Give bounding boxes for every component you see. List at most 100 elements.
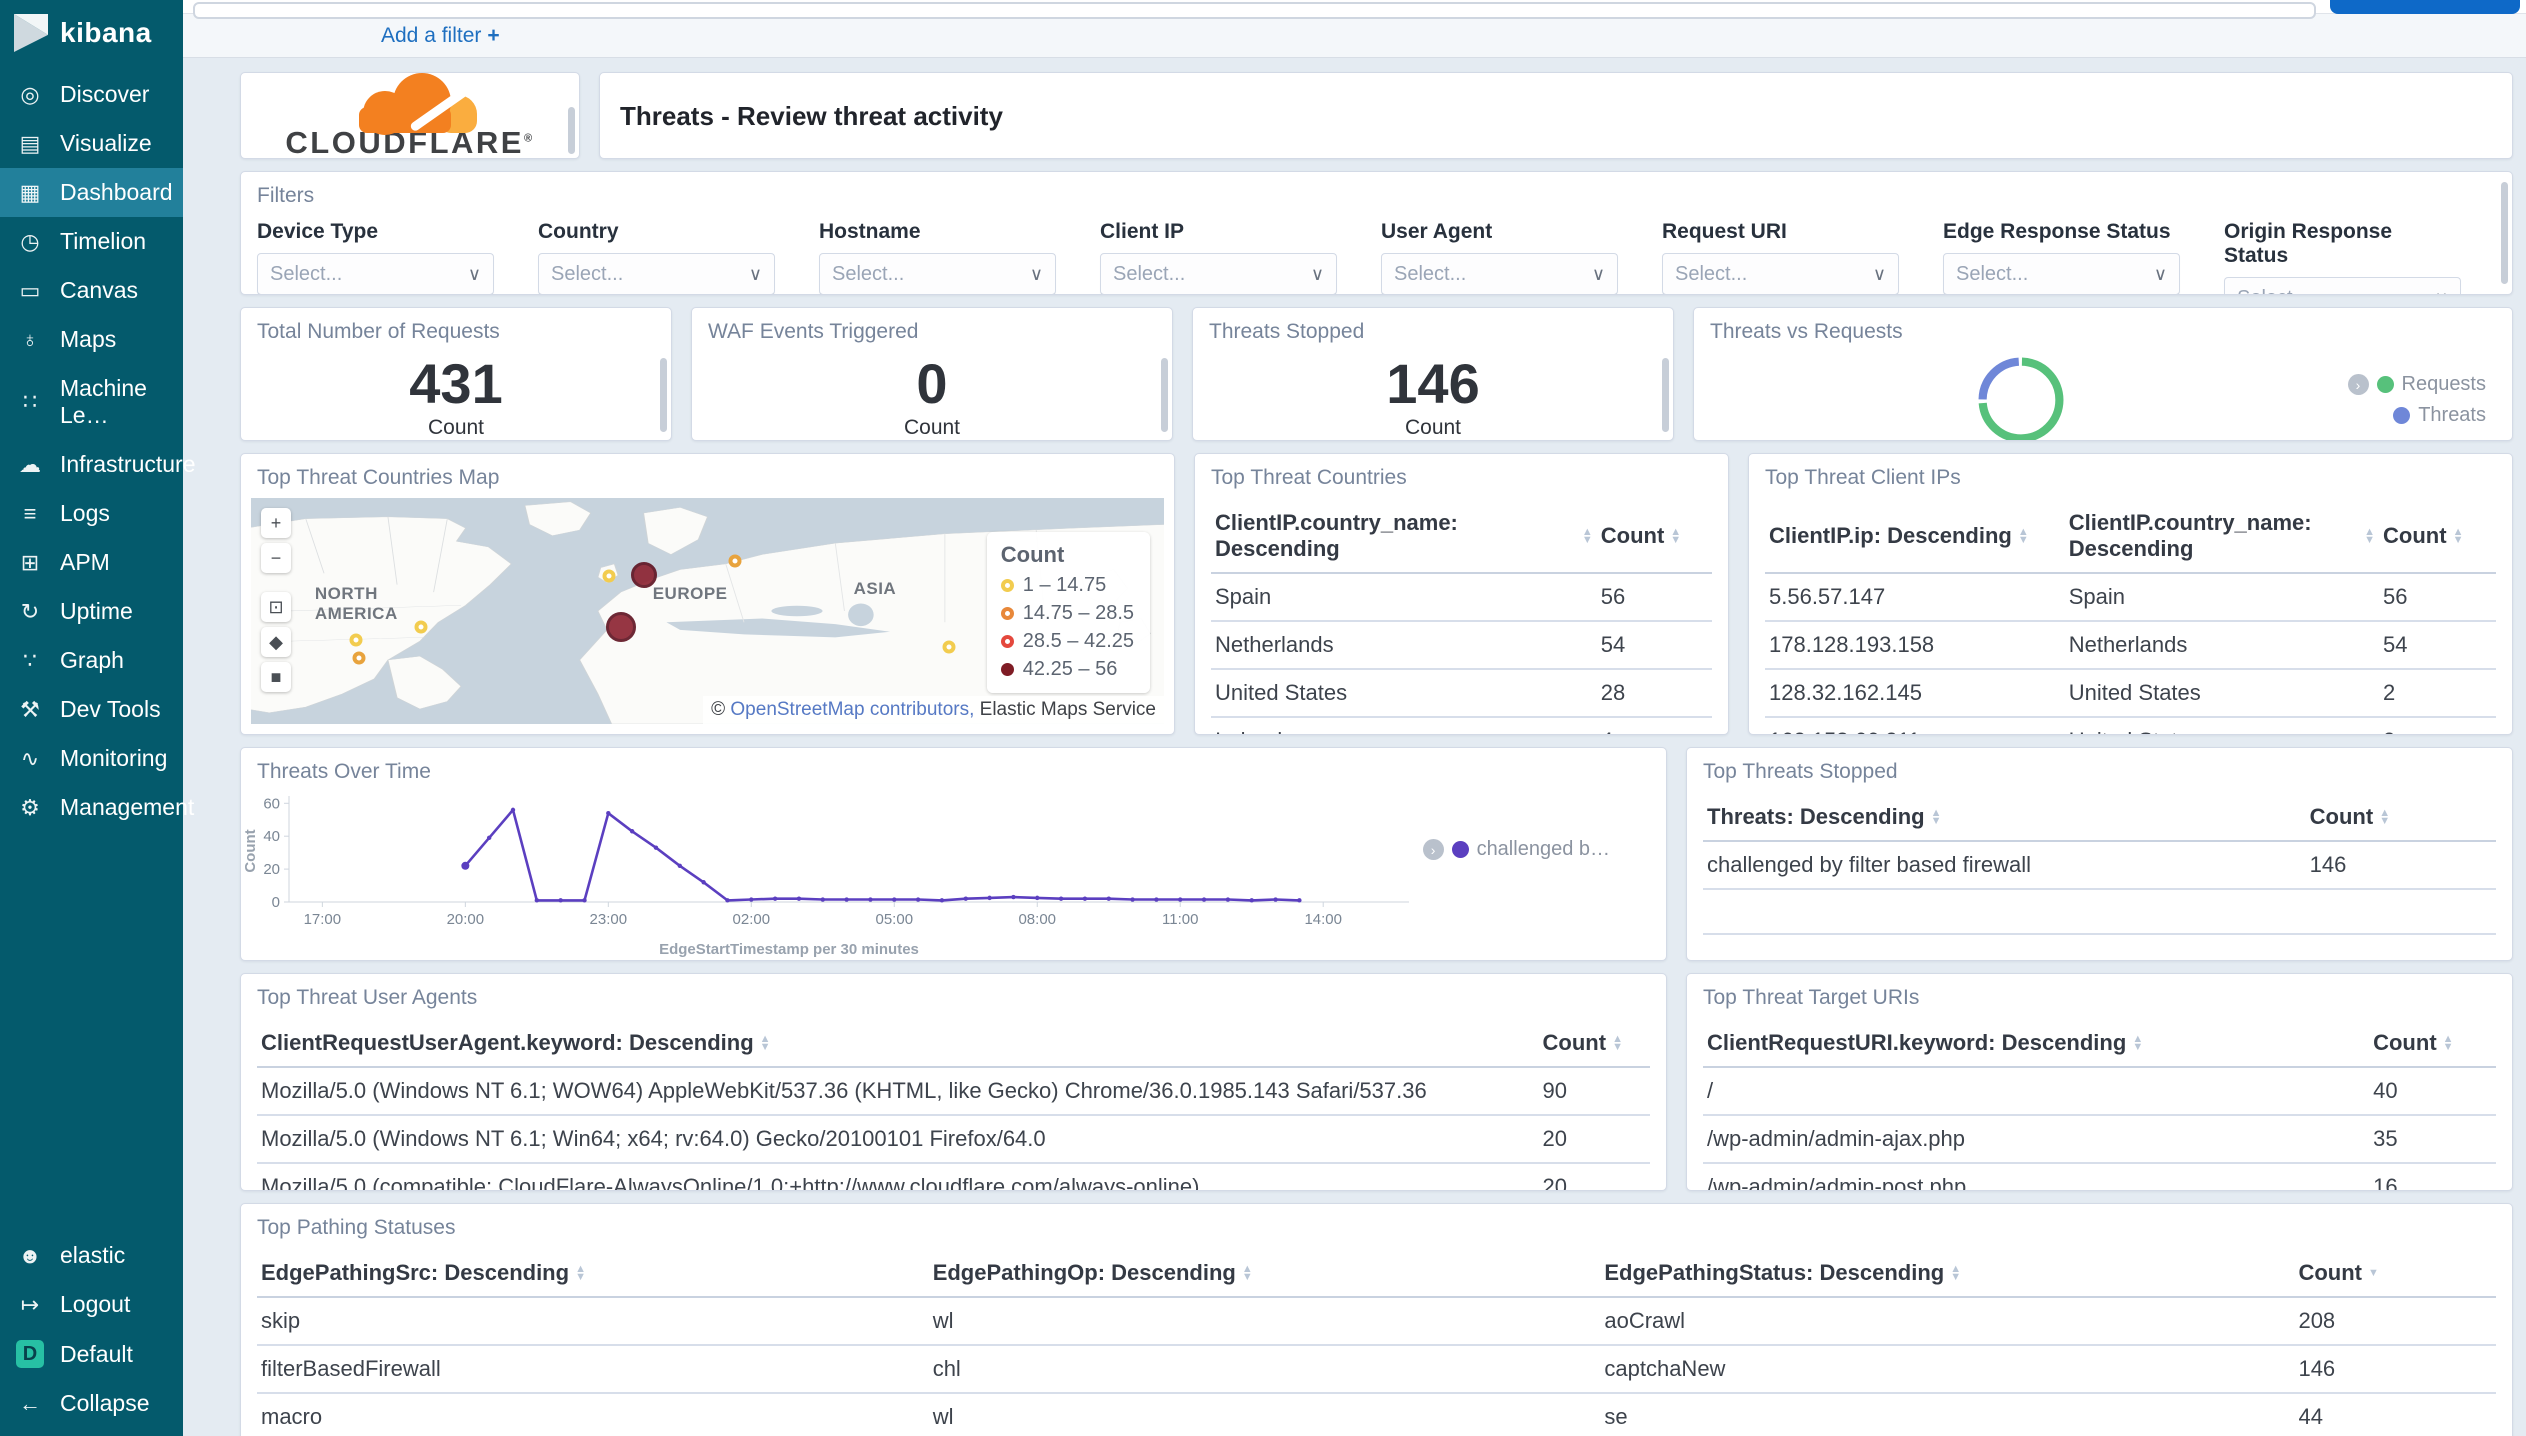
crop-tool-button[interactable]: ⊡ — [261, 592, 291, 622]
data-point[interactable] — [1082, 896, 1088, 901]
data-point[interactable] — [963, 896, 968, 901]
sidebar-item-infrastructure[interactable]: ☁ Infrastructure — [0, 440, 196, 489]
panel-scrollbar[interactable] — [660, 358, 667, 433]
data-point[interactable] — [461, 861, 470, 870]
data-point[interactable] — [510, 807, 516, 813]
data-point[interactable] — [844, 897, 849, 902]
data-point[interactable] — [701, 880, 706, 885]
filter-select-hostname[interactable]: Select... ∨ — [819, 253, 1056, 294]
filter-select-device-type[interactable]: Select... ∨ — [257, 253, 494, 294]
data-point[interactable] — [1130, 897, 1135, 902]
openstreetmap-link[interactable]: OpenStreetMap contributors, — [730, 699, 974, 720]
sidebar-item-timelion[interactable]: ◷ Timelion — [0, 217, 183, 266]
data-point[interactable] — [606, 810, 611, 816]
sidebar-item-apm[interactable]: ⊞ APM — [0, 538, 183, 587]
data-point[interactable] — [1178, 897, 1183, 902]
column-header-count[interactable]: Count ▲ ▼ — [2369, 1018, 2496, 1066]
panel-scrollbar[interactable] — [1662, 358, 1669, 433]
sidebar-item-logout[interactable]: ↦ Logout — [0, 1280, 183, 1329]
sidebar-item-logs[interactable]: ≡ Logs — [0, 489, 183, 538]
panel-scrollbar[interactable] — [1161, 358, 1168, 433]
data-point[interactable] — [820, 897, 825, 902]
data-point[interactable] — [1058, 896, 1064, 901]
legend-item-challenged-b[interactable]: › challenged b… — [1421, 838, 1610, 861]
panel-scrollbar[interactable] — [2501, 181, 2508, 285]
column-header-edgepathingop-descending[interactable]: EdgePathingOp: Descending ▲ ▼ — [929, 1248, 1601, 1296]
map-marker-china[interactable] — [942, 640, 956, 654]
column-header-edgepathingsrc-descending[interactable]: EdgePathingSrc: Descending ▲ ▼ — [257, 1248, 929, 1296]
zoom-in-button[interactable]: + — [261, 508, 291, 538]
column-header-edgepathingstatus-descending[interactable]: EdgePathingStatus: Descending ▲ ▼ — [1600, 1248, 2294, 1296]
sidebar-item-uptime[interactable]: ↻ Uptime — [0, 587, 183, 636]
data-point[interactable] — [486, 835, 492, 841]
sidebar-item-elastic[interactable]: ☻ elastic — [0, 1231, 183, 1280]
filter-select-request-uri[interactable]: Select... ∨ — [1662, 253, 1899, 294]
sidebar-item-dashboard[interactable]: ▦ Dashboard — [0, 168, 183, 217]
data-point[interactable] — [796, 896, 802, 901]
data-point[interactable] — [1201, 897, 1207, 902]
sidebar-item-visualize[interactable]: ▤ Visualize — [0, 119, 183, 168]
data-point[interactable] — [1249, 898, 1254, 903]
filter-select-origin-response-status[interactable]: Select... ∨ — [2224, 277, 2461, 294]
data-point[interactable] — [892, 897, 897, 902]
column-header-clientip-ip-descending[interactable]: ClientIP.ip: Descending ▲ ▼ — [1765, 498, 2065, 572]
sidebar-item-maps[interactable]: ♁ Maps — [0, 315, 183, 364]
column-header-count[interactable]: Count ▲ ▼ — [2379, 498, 2496, 572]
data-point[interactable] — [915, 897, 921, 902]
panel-scrollbar[interactable] — [568, 107, 575, 154]
sidebar-item-canvas[interactable]: ▭ Canvas — [0, 266, 183, 315]
data-point[interactable] — [534, 898, 540, 903]
sidebar-item-discover[interactable]: ◎ Discover — [0, 70, 183, 119]
data-point[interactable] — [1273, 897, 1278, 902]
column-header-threats-descending[interactable]: Threats: Descending ▲ ▼ — [1703, 792, 2306, 840]
query-input[interactable] — [193, 2, 2316, 19]
legend-toggle-icon[interactable]: › — [1422, 839, 1444, 860]
data-point[interactable] — [1035, 895, 1040, 901]
data-point[interactable] — [677, 863, 683, 869]
data-point[interactable] — [1011, 894, 1016, 900]
polygon-tool-button[interactable]: ◆ — [261, 627, 291, 657]
data-point[interactable] — [1225, 897, 1231, 902]
sidebar-item-collapse[interactable]: ← Collapse — [0, 1379, 183, 1428]
data-point[interactable] — [1297, 898, 1302, 903]
map-marker-netherlands[interactable] — [630, 561, 657, 588]
map-marker-us-south-2[interactable] — [352, 651, 366, 665]
column-header-clientip-country-name-descending[interactable]: ClientIP.country_name: Descending ▲ ▼ — [1211, 498, 1597, 572]
filter-select-client-ip[interactable]: Select... ∨ — [1100, 253, 1337, 294]
map-marker-us-east[interactable] — [414, 620, 428, 634]
map-marker-spain[interactable] — [605, 611, 636, 642]
data-point[interactable] — [1154, 897, 1159, 902]
legend-toggle-icon[interactable]: › — [2347, 374, 2369, 395]
column-header-count[interactable]: Count ▲ ▼ — [2306, 792, 2496, 840]
data-point[interactable] — [939, 898, 945, 903]
column-header-clientrequesturi-keyword-descending[interactable]: ClientRequestURI.keyword: Descending ▲ ▼ — [1703, 1018, 2369, 1066]
sidebar-item-dev-tools[interactable]: ⚒ Dev Tools — [0, 685, 183, 734]
data-point[interactable] — [868, 897, 873, 902]
world-map[interactable]: + − ⊡ ◆ ■ Count 1 – 14.75 14.75 – 28.5 28.5 – … — [251, 498, 1164, 724]
column-header-count[interactable]: Count ▲ ▼ — [1539, 1018, 1650, 1066]
filter-select-edge-response-status[interactable]: Select... ∨ — [1943, 253, 2180, 294]
column-header-count[interactable]: Count ▼ — [2294, 1248, 2496, 1296]
add-filter-link[interactable]: Add a filter + — [381, 24, 500, 48]
data-point[interactable] — [1106, 896, 1111, 901]
query-update-button[interactable] — [2330, 0, 2520, 14]
data-point[interactable] — [629, 829, 635, 834]
zoom-out-button[interactable]: − — [261, 543, 291, 573]
data-point[interactable] — [558, 898, 563, 903]
data-point[interactable] — [749, 897, 754, 902]
kibana-logo-row[interactable]: kibana — [0, 0, 183, 70]
legend-item-requests[interactable]: › Requests — [2347, 373, 2486, 396]
data-point[interactable] — [725, 898, 730, 903]
column-header-clientip-country-name-descending[interactable]: ClientIP.country_name: Descending ▲ ▼ — [2065, 498, 2379, 572]
data-point[interactable] — [653, 845, 659, 850]
sidebar-item-management[interactable]: ⚙ Management — [0, 783, 194, 832]
sidebar-item-graph[interactable]: ∵ Graph — [0, 636, 183, 685]
data-point[interactable] — [772, 896, 778, 901]
sidebar-item-monitoring[interactable]: ∿ Monitoring — [0, 734, 183, 783]
map-marker-us-south-1[interactable] — [349, 633, 363, 647]
rectangle-tool-button[interactable]: ■ — [261, 662, 291, 692]
column-header-count[interactable]: Count ▲ ▼ — [1597, 498, 1712, 572]
sidebar-item-machine-le[interactable]: ∷ Machine Le… — [0, 364, 183, 440]
map-marker-united-kingdom[interactable] — [602, 569, 616, 583]
sidebar-item-default[interactable]: D Default — [0, 1329, 183, 1379]
